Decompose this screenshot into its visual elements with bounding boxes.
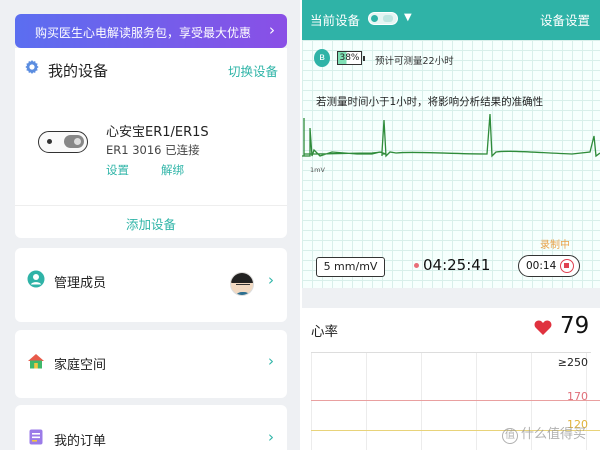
estimated-time: 预计可测量22小时 (375, 56, 454, 67)
device-unbind-link[interactable]: 解绑 (161, 162, 184, 178)
device-toggle[interactable] (368, 12, 398, 25)
heart-rate-title: 心率 (311, 324, 338, 340)
section-divider (302, 288, 600, 308)
measurement-panel: 当前设备 ▼ 设备设置 ʙ 38% 预计可测量22小时 若测量时间小于1小时，将… (302, 0, 600, 450)
header-bar: 当前设备 ▼ 设备设置 (302, 0, 600, 40)
current-time: 04:25:41 (423, 256, 491, 274)
ecg-panel: ʙ 38% 预计可测量22小时 若测量时间小于1小时，将影响分析结果的准确性 1… (302, 40, 600, 288)
my-orders-row[interactable]: 我的订单 › (15, 405, 287, 450)
device-settings-button[interactable]: 设备设置 (540, 10, 590, 29)
manage-members-row[interactable]: 管理成员 › (15, 248, 287, 322)
device-settings-link[interactable]: 设置 (106, 162, 129, 178)
device-management-panel: 购买医生心电解读服务包，享受最大优惠 › 我的设备 切换设备 心安宝ER1/ER… (0, 0, 300, 450)
max-threshold-label: ≥250 (557, 356, 588, 369)
family-space-label: 家庭空间 (54, 358, 107, 373)
promo-banner[interactable]: 购买医生心电解读服务包，享受最大优惠 › (15, 14, 287, 48)
recording-timer[interactable]: 00:14 (518, 255, 580, 277)
stop-icon[interactable] (560, 259, 574, 273)
my-devices-card: 我的设备 切换设备 心安宝ER1/ER1S ER1 3016 已连接 设置 解绑… (15, 48, 287, 238)
family-space-row[interactable]: 家庭空间 › (15, 330, 287, 398)
chevron-right-icon: › (268, 352, 274, 370)
elapsed-time: 00:14 (526, 260, 557, 272)
switch-device-link[interactable]: 切换设备 (228, 61, 278, 80)
watermark: 值什么值得买 (501, 423, 586, 444)
home-icon (28, 354, 44, 369)
heart-icon (534, 320, 552, 335)
add-device-button[interactable]: 添加设备 (15, 214, 287, 233)
manage-members-label: 管理成员 (54, 276, 107, 291)
chevron-right-icon: › (268, 271, 274, 289)
speed-selector[interactable]: 5 mm/mV (316, 257, 385, 277)
measurement-warning: 若测量时间小于1小时，将影响分析结果的准确性 (316, 96, 544, 108)
order-icon (29, 429, 43, 445)
recording-dot-icon (414, 263, 419, 268)
chevron-down-icon[interactable]: ▼ (404, 12, 412, 23)
device-name: 心安宝ER1/ER1S (106, 125, 209, 140)
device-status: ER1 3016 已连接 (106, 143, 200, 157)
bluetooth-icon: ʙ (314, 49, 330, 67)
my-devices-title: 我的设备 (48, 62, 109, 80)
my-orders-label: 我的订单 (54, 434, 107, 449)
recording-status: 录制中 (540, 240, 570, 251)
ecg-waveform (302, 113, 600, 158)
avatar (230, 272, 254, 296)
member-icon (27, 270, 45, 288)
device-image (38, 131, 88, 153)
mv-scale-label: 1mV (310, 166, 325, 174)
chevron-right-icon: › (268, 428, 274, 446)
chart-top-line (311, 352, 591, 353)
watermark-badge: 值 (501, 428, 518, 444)
watermark-text: 什么值得买 (520, 427, 586, 442)
chevron-right-icon: › (269, 21, 275, 39)
gear-icon (25, 60, 39, 74)
divider (15, 205, 287, 206)
battery-indicator: 38% (337, 51, 365, 65)
threshold-170-label: 170 (567, 390, 588, 403)
threshold-170-line (311, 400, 600, 401)
heart-rate-value: 79 (560, 313, 590, 339)
current-device-label: 当前设备 (310, 13, 361, 28)
promo-text: 购买医生心电解读服务包，享受最大优惠 (35, 26, 252, 40)
